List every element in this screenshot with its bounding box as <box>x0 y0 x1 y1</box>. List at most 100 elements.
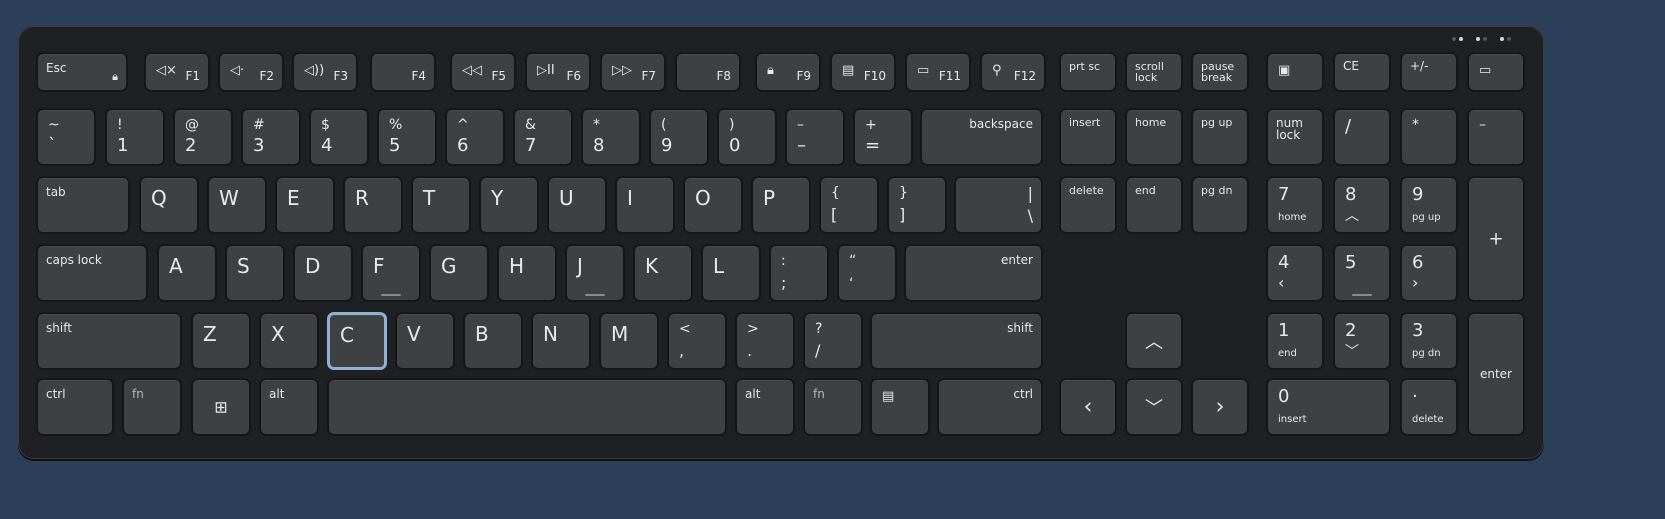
key-num-6[interactable]: 6 › <box>1400 244 1458 302</box>
key-num-slash[interactable]: / <box>1333 108 1391 166</box>
key-equal[interactable]: + = <box>853 108 913 166</box>
key-right-ctrl[interactable]: ctrl <box>937 378 1043 436</box>
key-i[interactable]: I <box>615 176 675 234</box>
key-left-alt[interactable]: alt <box>259 378 319 436</box>
key-num-5[interactable]: 5 <box>1333 244 1391 302</box>
key-9[interactable]: ( 9 <box>649 108 709 166</box>
key-period[interactable]: > . <box>735 312 795 370</box>
key-b[interactable]: B <box>463 312 523 370</box>
key-pgup[interactable]: pg up <box>1191 108 1249 166</box>
key-f2[interactable]: ◁· F2 <box>218 52 284 92</box>
key-s[interactable]: S <box>225 244 285 302</box>
key-backslash[interactable]: | \ <box>954 176 1043 234</box>
key-4[interactable]: $ 4 <box>309 108 369 166</box>
key-rbracket[interactable]: } ] <box>887 176 947 234</box>
key-num-minus[interactable]: – <box>1467 108 1525 166</box>
key-num-2[interactable]: 2 ﹀ <box>1333 312 1391 370</box>
key-f3[interactable]: ◁)) F3 <box>292 52 358 92</box>
key-backspace[interactable]: backspace <box>920 108 1043 166</box>
key-v[interactable]: V <box>395 312 455 370</box>
key-f9[interactable]: 🔒︎ F9 <box>755 52 821 92</box>
key-d[interactable]: D <box>293 244 353 302</box>
key-m[interactable]: M <box>599 312 659 370</box>
key-right-alt[interactable]: alt <box>735 378 795 436</box>
key-num-9[interactable]: 9 pg up <box>1400 176 1458 234</box>
key-right-fn[interactable]: fn <box>803 378 863 436</box>
key-f7[interactable]: ▷▷ F7 <box>600 52 666 92</box>
key-tab[interactable]: tab <box>36 176 130 234</box>
key-z[interactable]: Z <box>191 312 251 370</box>
key-r[interactable]: R <box>343 176 403 234</box>
key-f11[interactable]: ▭ F11 <box>905 52 971 92</box>
key-f4[interactable]: F4 <box>370 52 436 92</box>
key-end[interactable]: end <box>1125 176 1183 234</box>
key-j[interactable]: J <box>565 244 625 302</box>
key-num-enter[interactable]: enter <box>1467 312 1525 436</box>
key-num-1[interactable]: 1 end <box>1266 312 1324 370</box>
key-x[interactable]: X <box>259 312 319 370</box>
key-f8[interactable]: F8 <box>675 52 741 92</box>
key-f6[interactable]: ▷II F6 <box>525 52 591 92</box>
key-home[interactable]: home <box>1125 108 1183 166</box>
key-t[interactable]: T <box>411 176 471 234</box>
key-n[interactable]: N <box>531 312 591 370</box>
key-insert[interactable]: insert <box>1059 108 1117 166</box>
key-arrow-left[interactable]: ‹ <box>1059 378 1117 436</box>
key-c[interactable]: C <box>327 312 387 370</box>
key-arrow-down[interactable]: ﹀ <box>1125 378 1183 436</box>
key-num-3[interactable]: 3 pg dn <box>1400 312 1458 370</box>
key-p[interactable]: P <box>751 176 811 234</box>
key-slash[interactable]: ? / <box>803 312 863 370</box>
key-num-4[interactable]: 4 ‹ <box>1266 244 1324 302</box>
key-0[interactable]: ) 0 <box>717 108 777 166</box>
key-5[interactable]: % 5 <box>377 108 437 166</box>
key-left-ctrl[interactable]: ctrl <box>36 378 114 436</box>
key-ce[interactable]: CE <box>1333 52 1391 92</box>
key-l[interactable]: L <box>701 244 761 302</box>
key-num-dot[interactable]: · delete <box>1400 378 1458 436</box>
key-f12[interactable]: ⚲ F12 <box>980 52 1046 92</box>
key-right-shift[interactable]: shift <box>870 312 1043 370</box>
key-calculator[interactable]: ▣ <box>1266 52 1324 92</box>
key-num-star[interactable]: * <box>1400 108 1458 166</box>
key-chat[interactable]: ▭ <box>1467 52 1525 92</box>
key-6[interactable]: ^ 6 <box>445 108 505 166</box>
key-esc[interactable]: Esc 🔒︎ <box>36 52 128 92</box>
key-fn[interactable]: fn <box>122 378 182 436</box>
key-8[interactable]: * 8 <box>581 108 641 166</box>
key-num-0[interactable]: 0 insert <box>1266 378 1391 436</box>
key-arrow-up[interactable]: ︿ <box>1125 312 1183 370</box>
key-tilde[interactable]: ~ ` <box>36 108 96 166</box>
key-numlock[interactable]: num lock <box>1266 108 1324 166</box>
key-comma[interactable]: < , <box>667 312 727 370</box>
key-plus-minus[interactable]: +/- <box>1400 52 1458 92</box>
key-num-plus[interactable]: + <box>1467 176 1525 302</box>
key-pause-break[interactable]: pause break <box>1191 52 1249 92</box>
key-1[interactable]: ! 1 <box>105 108 165 166</box>
key-w[interactable]: W <box>207 176 267 234</box>
key-num-8[interactable]: 8 ︿ <box>1333 176 1391 234</box>
key-a[interactable]: A <box>157 244 217 302</box>
key-enter[interactable]: enter <box>904 244 1043 302</box>
key-f10[interactable]: ▤ F10 <box>830 52 896 92</box>
key-k[interactable]: K <box>633 244 693 302</box>
key-2[interactable]: @ 2 <box>173 108 233 166</box>
key-f[interactable]: F <box>361 244 421 302</box>
key-menu[interactable]: ▤ <box>870 378 930 436</box>
key-arrow-right[interactable]: › <box>1191 378 1249 436</box>
key-scroll-lock[interactable]: scroll lock <box>1125 52 1183 92</box>
key-num-7[interactable]: 7 home <box>1266 176 1324 234</box>
key-f1[interactable]: ◁× F1 <box>144 52 210 92</box>
key-semicolon[interactable]: : ; <box>769 244 829 302</box>
key-pgdn[interactable]: pg dn <box>1191 176 1249 234</box>
key-o[interactable]: O <box>683 176 743 234</box>
key-left-shift[interactable]: shift <box>36 312 182 370</box>
key-y[interactable]: Y <box>479 176 539 234</box>
key-g[interactable]: G <box>429 244 489 302</box>
key-minus[interactable]: – – <box>785 108 845 166</box>
key-7[interactable]: & 7 <box>513 108 573 166</box>
key-space[interactable] <box>327 378 727 436</box>
key-caps-lock[interactable]: caps lock <box>36 244 148 302</box>
key-delete[interactable]: delete <box>1059 176 1117 234</box>
key-windows[interactable]: ⊞ <box>191 378 251 436</box>
